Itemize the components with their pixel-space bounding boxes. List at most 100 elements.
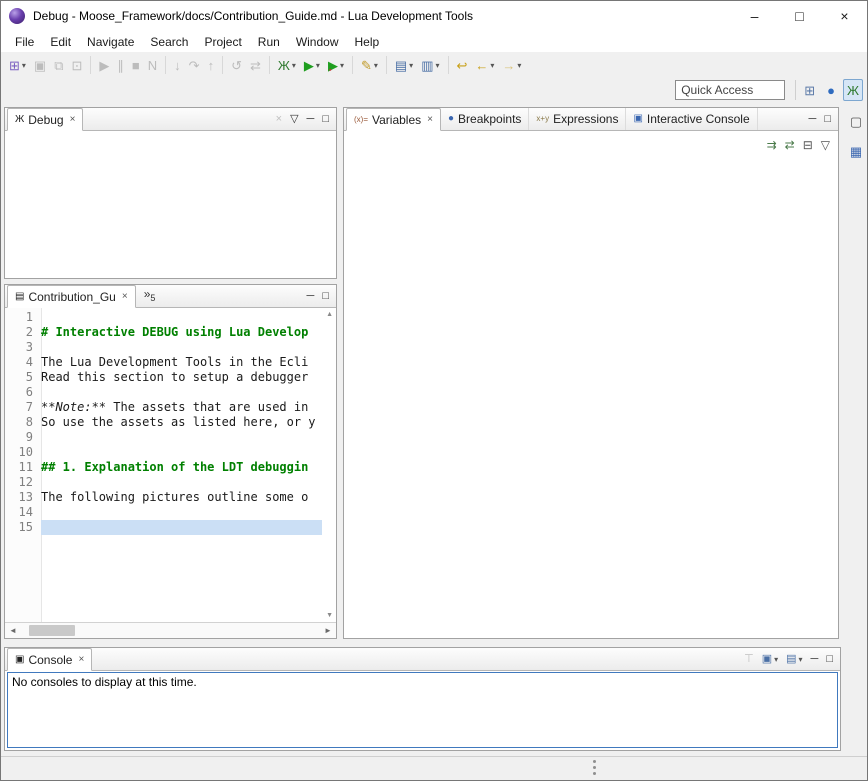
- line-text[interactable]: So use the assets as listed here, or y: [41, 415, 322, 430]
- scrollbar-track[interactable]: [21, 623, 320, 638]
- line-text[interactable]: The following pictures outline some o: [41, 490, 322, 505]
- maximize-icon[interactable]: □: [318, 287, 333, 305]
- dropdown-arrow-icon[interactable]: ▾: [316, 61, 320, 70]
- line-text[interactable]: Read this section to setup a debugger: [41, 370, 322, 385]
- debug-perspective-icon[interactable]: Ж: [843, 79, 863, 101]
- close-tab-icon[interactable]: ×: [122, 291, 128, 302]
- menu-file[interactable]: File: [7, 33, 42, 51]
- maximize-icon[interactable]: □: [820, 110, 835, 128]
- view-menu-icon[interactable]: ▽: [817, 134, 834, 156]
- display-selected-console-icon[interactable]: ▣▾: [758, 650, 782, 668]
- menu-edit[interactable]: Edit: [42, 33, 79, 51]
- minimize-window-button[interactable]: –: [732, 1, 777, 31]
- mark-occurrences-icon[interactable]: ✎▾: [357, 54, 382, 76]
- quick-access-input[interactable]: Quick Access: [675, 80, 785, 100]
- line-text[interactable]: [41, 475, 322, 490]
- close-window-button[interactable]: ×: [822, 1, 867, 31]
- menu-project[interactable]: Project: [196, 33, 249, 51]
- ldt-perspective-icon[interactable]: ●: [823, 79, 839, 101]
- new-snippet-icon[interactable]: ▤▾: [391, 54, 417, 76]
- step-over-icon[interactable]: ↷: [185, 54, 204, 76]
- line-text[interactable]: # Interactive DEBUG using Lua Develop: [41, 325, 322, 340]
- tab-debug[interactable]: Ж Debug ×: [7, 108, 83, 131]
- restore-view-icon[interactable]: ▢: [846, 110, 866, 132]
- step-into-icon[interactable]: ↓: [170, 54, 185, 76]
- show-type-names-icon[interactable]: ⇉: [763, 134, 781, 156]
- external-tools-icon[interactable]: ▶▪▾: [324, 54, 348, 76]
- line-text[interactable]: [41, 430, 322, 445]
- dropdown-arrow-icon[interactable]: ▾: [340, 61, 344, 70]
- editor-tab-overflow[interactable]: » 5: [136, 285, 164, 307]
- open-console-icon[interactable]: ▤▾: [782, 650, 806, 668]
- scroll-up-icon[interactable]: ▲: [326, 311, 333, 318]
- open-task-icon[interactable]: ▥▾: [417, 54, 443, 76]
- tab-breakpoints[interactable]: ●Breakpoints: [441, 108, 529, 130]
- run-icon[interactable]: ▶▾: [300, 54, 324, 76]
- minimize-icon[interactable]: ─: [805, 110, 821, 128]
- dropdown-arrow-icon[interactable]: ▾: [774, 655, 778, 664]
- debug-icon[interactable]: Ж▾: [274, 54, 300, 76]
- dropdown-arrow-icon[interactable]: ▾: [799, 655, 803, 664]
- scroll-left-icon[interactable]: ◄: [5, 626, 21, 635]
- resume-icon[interactable]: ▶: [95, 54, 113, 76]
- show-logical-structures-icon[interactable]: ⇄: [781, 134, 799, 156]
- minimize-icon[interactable]: ─: [303, 287, 319, 305]
- terminate-icon[interactable]: ■: [128, 54, 144, 76]
- line-text[interactable]: **Note:** The assets that are used in: [41, 400, 322, 415]
- remove-all-terminated-icon[interactable]: ×: [272, 110, 286, 128]
- print-icon[interactable]: ⊡: [68, 54, 87, 76]
- back-icon[interactable]: ←▾: [471, 54, 498, 76]
- line-text[interactable]: ## 1. Explanation of the LDT debuggin: [41, 460, 322, 475]
- open-perspective-icon[interactable]: ⊞: [800, 79, 819, 101]
- horizontal-scrollbar[interactable]: ◄ ►: [5, 622, 336, 638]
- save-all-icon[interactable]: ⧉: [50, 54, 67, 76]
- dropdown-arrow-icon[interactable]: ▾: [292, 61, 296, 70]
- tab-console[interactable]: ▣ Console ×: [7, 648, 92, 671]
- scroll-right-icon[interactable]: ►: [320, 626, 336, 635]
- dropdown-arrow-icon[interactable]: ▾: [490, 61, 494, 70]
- tab-interactive-console[interactable]: ▣Interactive Console: [626, 108, 757, 130]
- open-view-list-icon[interactable]: ▦: [846, 140, 866, 162]
- dropdown-arrow-icon[interactable]: ▾: [517, 61, 521, 70]
- pin-console-icon[interactable]: ⊤: [740, 650, 758, 668]
- scroll-down-icon[interactable]: ▼: [326, 612, 333, 619]
- new-wizard-icon[interactable]: ⊞▾: [5, 54, 30, 76]
- use-step-filters-icon[interactable]: ⇄: [246, 54, 265, 76]
- line-text[interactable]: [41, 340, 322, 355]
- line-text[interactable]: [41, 520, 322, 535]
- maximize-icon[interactable]: □: [822, 650, 837, 668]
- line-text[interactable]: The Lua Development Tools in the Ecli: [41, 355, 322, 370]
- menu-run[interactable]: Run: [250, 33, 288, 51]
- maximize-window-button[interactable]: □: [777, 1, 822, 31]
- close-tab-icon[interactable]: ×: [427, 114, 433, 125]
- close-tab-icon[interactable]: ×: [70, 114, 76, 125]
- menu-search[interactable]: Search: [142, 33, 196, 51]
- menu-navigate[interactable]: Navigate: [79, 33, 142, 51]
- disconnect-icon[interactable]: N: [144, 54, 161, 76]
- close-tab-icon[interactable]: ×: [78, 654, 84, 665]
- tab-expressions[interactable]: x+yExpressions: [529, 108, 626, 130]
- editor-content[interactable]: 12# Interactive DEBUG using Lua Develop3…: [5, 308, 336, 622]
- menu-window[interactable]: Window: [288, 33, 347, 51]
- tab-variables[interactable]: (x)=Variables×: [346, 108, 441, 131]
- minimize-icon[interactable]: ─: [807, 650, 823, 668]
- dropdown-arrow-icon[interactable]: ▾: [374, 61, 378, 70]
- minimize-icon[interactable]: ─: [303, 110, 319, 128]
- line-text[interactable]: [41, 505, 322, 520]
- tab-contribution-guide[interactable]: ▤ Contribution_Gu ×: [7, 285, 136, 308]
- scrollbar-thumb[interactable]: [29, 625, 75, 636]
- save-icon[interactable]: ▣: [30, 54, 50, 76]
- line-text[interactable]: [41, 385, 322, 400]
- line-text[interactable]: [41, 310, 322, 325]
- line-text[interactable]: [41, 445, 322, 460]
- view-menu-icon[interactable]: ▽: [286, 110, 302, 128]
- maximize-icon[interactable]: □: [318, 110, 333, 128]
- sash-grip-handle[interactable]: [593, 760, 596, 775]
- dropdown-arrow-icon[interactable]: ▾: [409, 61, 413, 70]
- dropdown-arrow-icon[interactable]: ▾: [435, 61, 439, 70]
- step-return-icon[interactable]: ↑: [204, 54, 219, 76]
- last-edit-location-icon[interactable]: ↩: [453, 54, 472, 76]
- drop-to-frame-icon[interactable]: ↺: [227, 54, 246, 76]
- menu-help[interactable]: Help: [347, 33, 388, 51]
- collapse-all-icon[interactable]: ⊟: [799, 134, 817, 156]
